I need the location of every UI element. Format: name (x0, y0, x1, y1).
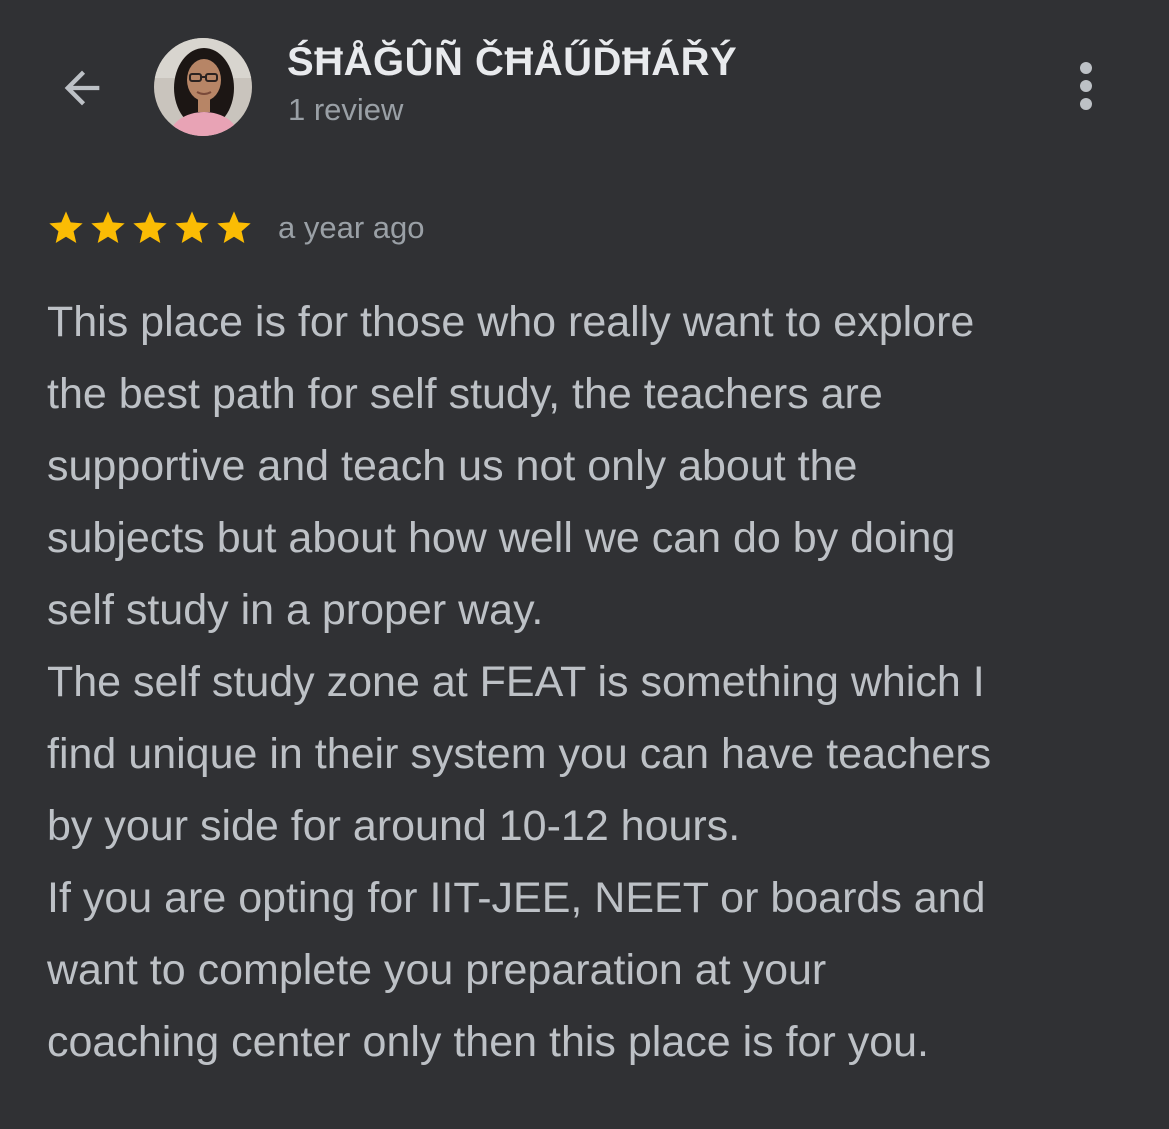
star-rating (46, 208, 256, 248)
star-icon (49, 211, 83, 243)
review-header: ŚĦÅĞÛÑ ČĦÅŰĎĦÁŘÝ 1 review (0, 0, 1169, 170)
star-icon (175, 211, 209, 243)
reviewer-avatar[interactable] (154, 38, 252, 136)
back-button[interactable] (50, 56, 114, 120)
rating-row: a year ago (46, 204, 425, 252)
arrow-left-icon (64, 70, 100, 106)
star-icon (217, 211, 251, 243)
review-text: This place is for those who really want … (47, 298, 992, 1066)
star-icon (91, 211, 125, 243)
review-time: a year ago (278, 210, 425, 245)
review-count: 1 review (288, 92, 404, 127)
reviewer-name[interactable]: ŚĦÅĞÛÑ ČĦÅŰĎĦÁŘÝ (287, 40, 737, 85)
star-icon (133, 211, 167, 243)
avatar-image (154, 38, 252, 136)
more-vert-icon (1080, 62, 1092, 110)
more-options-button[interactable] (1058, 56, 1114, 120)
